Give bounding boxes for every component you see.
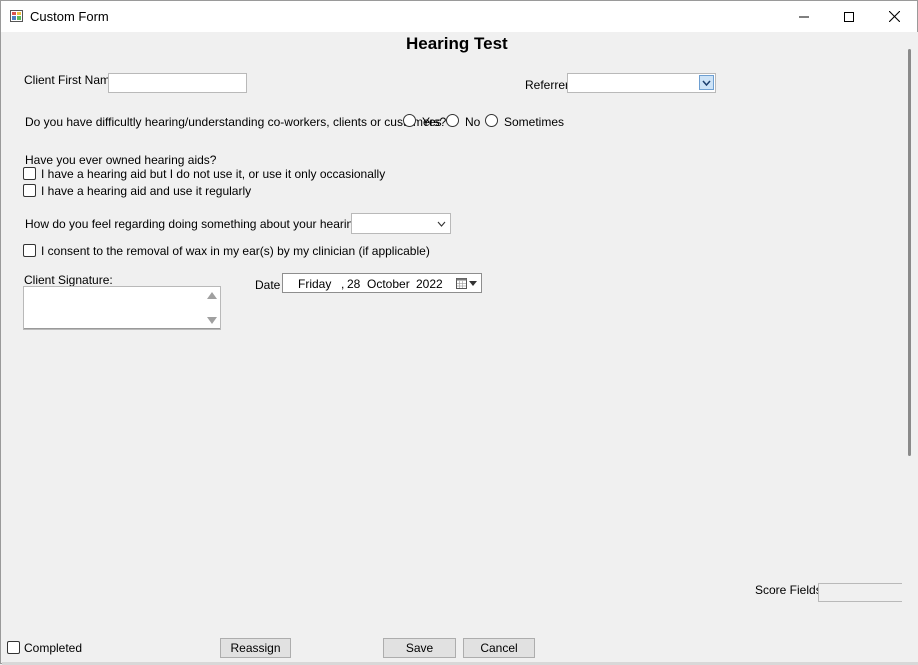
form-app-icon xyxy=(10,10,23,22)
chevron-down-icon xyxy=(702,80,711,86)
feel-question: How do you feel regarding doing somethin… xyxy=(25,217,392,231)
referrer-dropdown[interactable] xyxy=(567,73,716,93)
completed-label: Completed xyxy=(24,641,83,655)
completed-checkbox[interactable] xyxy=(7,641,20,654)
close-button[interactable] xyxy=(871,1,917,32)
maximize-icon xyxy=(844,11,854,22)
consent-checkbox[interactable] xyxy=(23,244,36,257)
custom-form-window: Custom Form Hearing Test Client First Na… xyxy=(0,0,918,665)
scrollbar-thumb[interactable] xyxy=(908,49,911,456)
window-title: Custom Form xyxy=(30,9,109,24)
hearing-aids-question: Have you ever owned hearing aids? xyxy=(25,153,217,167)
difficulty-question: Do you have difficultly hearing/understa… xyxy=(25,115,447,129)
footer-bar: Completed Reassign Save Cancel xyxy=(2,632,918,664)
feel-dropdown[interactable] xyxy=(351,213,451,234)
difficulty-yes-radio[interactable] xyxy=(403,114,416,127)
difficulty-no-label: No xyxy=(465,115,481,129)
form-area: Hearing Test Client First Name Referrer … xyxy=(2,32,902,632)
calendar-icon xyxy=(456,278,467,289)
reassign-button[interactable]: Reassign xyxy=(220,638,291,658)
date-label: Date xyxy=(255,278,281,292)
minimize-button[interactable] xyxy=(781,1,827,32)
referrer-dropdown-button[interactable] xyxy=(699,75,714,90)
signature-label: Client Signature: xyxy=(24,273,113,287)
close-icon xyxy=(888,11,900,22)
maximize-button[interactable] xyxy=(826,1,872,32)
title-bar: Custom Form xyxy=(1,1,917,32)
date-day[interactable]: 28 xyxy=(347,277,360,291)
consent-label: I consent to the removal of wax in my ea… xyxy=(41,244,430,258)
hearing-aid-regular-label: I have a hearing aid and use it regularl… xyxy=(41,184,252,198)
scroll-down-icon[interactable] xyxy=(207,317,217,324)
hearing-aid-regular-checkbox[interactable] xyxy=(23,184,36,197)
scroll-up-icon[interactable] xyxy=(207,292,217,299)
vertical-scrollbar[interactable] xyxy=(902,32,918,632)
calendar-button[interactable] xyxy=(455,277,479,290)
client-first-name-label: Client First Name xyxy=(24,73,117,87)
date-month[interactable]: October xyxy=(367,277,410,291)
minimize-icon xyxy=(799,16,809,17)
client-first-name-input[interactable] xyxy=(108,73,247,93)
hearing-aid-occasional-label: I have a hearing aid but I do not use it… xyxy=(41,167,386,181)
form-heading: Hearing Test xyxy=(406,34,508,53)
difficulty-yes-label: Yes xyxy=(422,115,442,129)
difficulty-sometimes-radio[interactable] xyxy=(485,114,498,127)
date-separator: , xyxy=(341,277,345,291)
date-year[interactable]: 2022 xyxy=(416,277,443,291)
signature-textarea[interactable] xyxy=(23,286,221,330)
referrer-label: Referrer xyxy=(525,78,570,92)
score-fields-label: Score Fields xyxy=(755,583,822,597)
difficulty-sometimes-label: Sometimes xyxy=(504,115,565,129)
chevron-down-icon xyxy=(469,281,477,286)
cancel-button[interactable]: Cancel xyxy=(463,638,535,658)
score-fields-box[interactable] xyxy=(818,583,902,602)
date-weekday[interactable]: Friday xyxy=(298,277,331,291)
date-picker[interactable]: Friday , 28 October 2022 xyxy=(282,273,482,293)
hearing-aid-occasional-checkbox[interactable] xyxy=(23,167,36,180)
save-button[interactable]: Save xyxy=(383,638,456,658)
chevron-down-icon xyxy=(437,221,446,227)
difficulty-no-radio[interactable] xyxy=(446,114,459,127)
